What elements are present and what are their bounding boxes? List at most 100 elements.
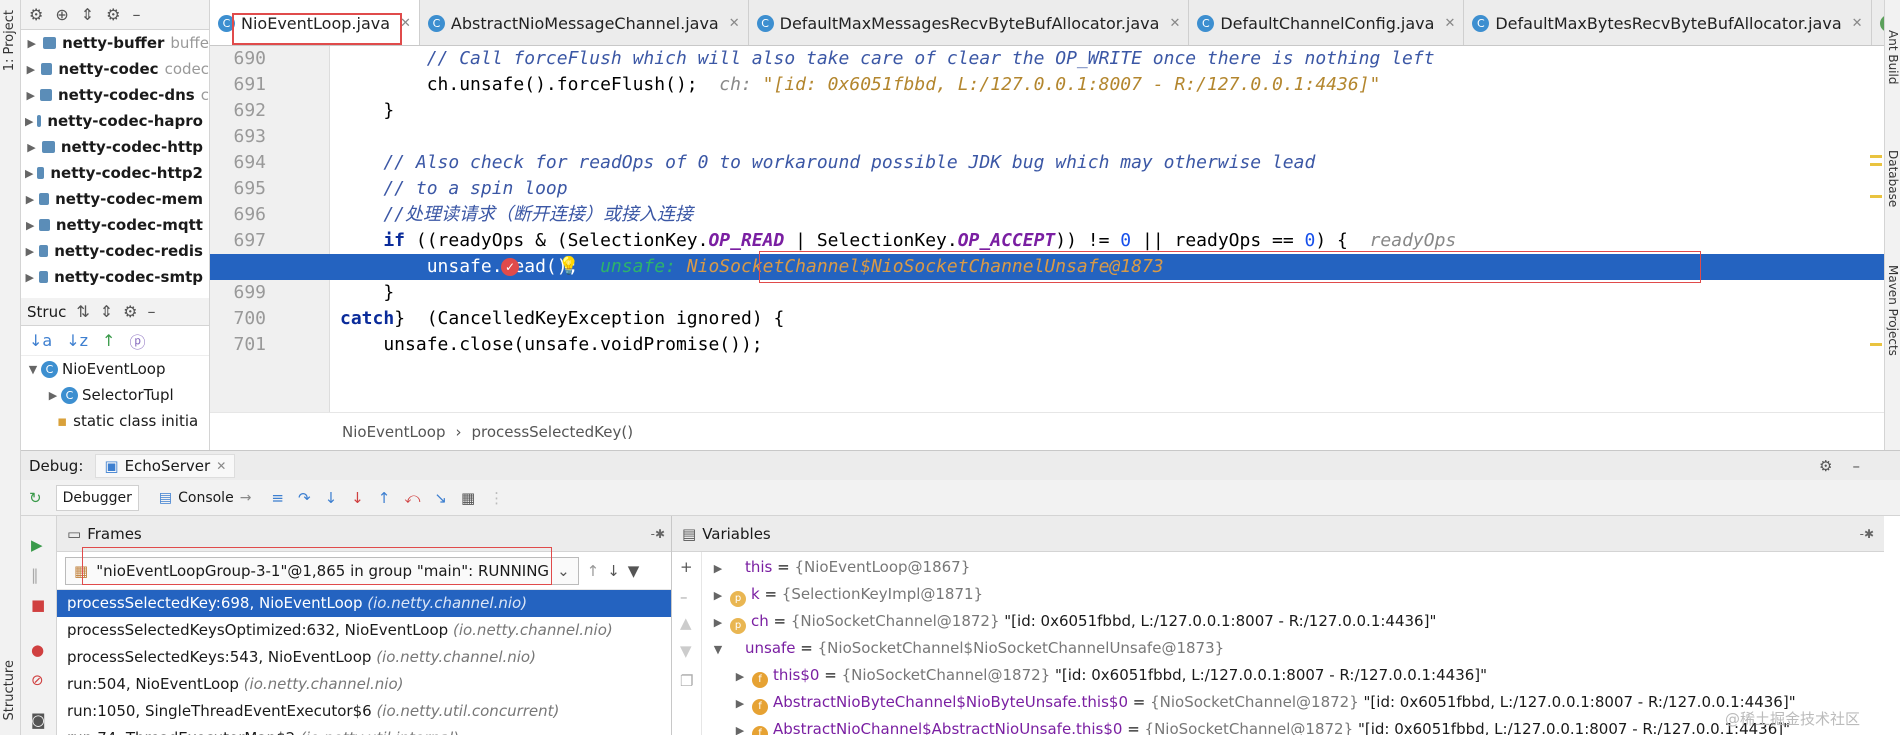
step-into-icon[interactable]: ↓ [325,489,338,507]
arrow-down-icon[interactable]: ↓ [607,562,620,580]
run-to-cursor-icon[interactable]: ↘ [434,489,447,507]
chevron-right-icon[interactable]: ▶ [710,609,726,636]
step-out-icon[interactable]: ↑ [378,489,391,507]
lightbulb-icon[interactable]: 💡 [558,256,579,276]
locate-icon[interactable]: ⊕ [55,5,68,24]
project-tree-item[interactable]: ▶ netty-codec-mem [21,186,209,212]
frame-row[interactable]: processSelectedKeys:543, NioEventLoop (i… [57,644,671,671]
view-breakpoints-icon[interactable]: ● [31,641,44,659]
project-tree-item[interactable]: ▶ netty-buffer buffe [21,30,209,56]
debug-session-tab[interactable]: ▣ EchoServer ✕ [95,453,236,478]
chevron-right-icon[interactable]: ▶ [732,663,748,690]
sort-visibility-icon[interactable]: ↓z [66,331,88,350]
editor-tab[interactable]: IList.java✕ [1872,0,1884,45]
code-editor[interactable]: 690691692693694695696697698699700701 // … [210,46,1884,412]
console-tab[interactable]: ▤ Console → [153,486,258,510]
variable-row[interactable]: ▶ f AbstractNioChannel$AbstractNioUnsafe.t… [732,716,1790,735]
variable-row[interactable]: ▶ f this$0 = {NioSocketChannel@1872} "[id:… [732,662,1487,689]
step-over-icon[interactable]: ↷ [298,489,311,507]
project-tree-item[interactable]: ▶ netty-codec-http [21,134,209,160]
project-tree-item[interactable]: ▶ netty-codec-mqtt [21,212,209,238]
breadcrumb-method[interactable]: processSelectedKey() [472,423,634,441]
properties-icon[interactable]: ⓟ [129,329,145,353]
frame-row[interactable]: run:1050, SingleThreadEventExecutor$6 (i… [57,698,671,725]
close-icon[interactable]: ✕ [1444,16,1455,31]
project-tree-item[interactable]: ▶ netty-codec-hapro [21,108,209,134]
chevron-right-icon[interactable]: ▶ [710,555,726,582]
chevron-down-icon[interactable]: ▼ [710,636,726,663]
structure-tool-tab[interactable]: Structure [2,660,17,720]
breakpoint-icon[interactable]: ✓ [501,258,519,276]
variable-row[interactable]: ▼ unsafe = {NioSocketChannel$NioSocketCha… [710,635,1224,662]
frame-row[interactable]: processSelectedKeysOptimized:632, NioEve… [57,617,671,644]
settings-icon[interactable]: ⚙ [1819,457,1832,475]
project-tree-item[interactable]: ▶ netty-codec-http2 [21,160,209,186]
rerun-icon[interactable]: ↻ [29,489,42,507]
filter-icon[interactable]: ▼ [628,562,640,580]
collapse-icon[interactable]: ⇕ [100,302,113,321]
chevron-right-icon[interactable]: ▶ [732,690,748,717]
sort-icon[interactable]: ⇅ [76,302,89,321]
project-tree-item[interactable]: ▶ netty-codec-dns c [21,82,209,108]
chevron-right-icon[interactable]: ▶ [732,717,748,735]
editor-tab[interactable]: C DefaultChannelConfig.java ✕ [1189,0,1465,45]
debugger-tab[interactable]: Debugger [55,484,139,511]
camera-icon[interactable]: ◙ [31,711,46,729]
editor-tab[interactable]: C DefaultMaxBytesRecvByteBufAllocator.jav… [1464,0,1872,45]
variable-row[interactable]: ▶ p k = {SelectionKeyImpl@1871} [710,581,983,608]
project-tree-item[interactable]: ▶ netty-codec-smtp [21,264,209,290]
frame-row[interactable]: processSelectedKey:698, NioEventLoop (io… [57,590,671,617]
class-icon: C [756,14,774,32]
stop-icon[interactable]: ■ [31,596,45,614]
copy-icon[interactable]: ❐ [680,672,693,690]
structure-item-inner[interactable]: ▶ C SelectorTupl [21,382,209,408]
force-step-into-icon[interactable]: ↓ [351,489,364,507]
maven-projects-tab[interactable]: Maven Projects [1886,265,1900,356]
chevron-right-icon[interactable]: ▶ [710,582,726,609]
drop-frame-icon[interactable]: ⤺ [404,489,420,507]
collapse-icon[interactable]: ⇕ [81,5,94,24]
close-icon[interactable]: ✕ [216,459,226,473]
editor-tab[interactable]: C AbstractNioMessageChannel.java ✕ [420,0,749,45]
hide-icon[interactable]: – [133,5,141,24]
settings-icon[interactable]: ⚙ [106,5,120,24]
remove-watch-icon[interactable]: – [680,588,688,606]
evaluate-icon[interactable]: ▦ [461,489,475,507]
mute-breakpoints-icon[interactable]: ⊘ [31,671,44,689]
trace-icon[interactable]: ⋮ [489,489,504,507]
close-icon[interactable]: ✕ [1169,16,1180,31]
variable-row[interactable]: ▶ this = {NioEventLoop@1867} [710,554,971,582]
move-down-icon[interactable]: ▼ [680,642,692,660]
ant-build-tab[interactable]: Ant Build [1886,30,1900,84]
show-execution-point-icon[interactable]: ≡ [271,489,284,507]
hide-icon[interactable]: – [147,302,155,321]
gear-dropdown-icon[interactable]: ⚙ [29,5,43,24]
variable-row[interactable]: ▶ f AbstractNioByteChannel$NioByteUnsafe.t… [732,689,1796,716]
structure-item-static-init[interactable]: ▪ static class initia [21,408,209,434]
sort-alpha-icon[interactable]: ↓a [29,331,52,350]
project-tree-item[interactable]: ▶ netty-codec-redis [21,238,209,264]
project-tree-item[interactable]: ▶ netty-codec codec [21,56,209,82]
breadcrumb-class[interactable]: NioEventLoop [342,423,446,441]
hide-icon[interactable]: – [1853,457,1861,475]
breadcrumb: NioEventLoop › processSelectedKey() [210,412,1884,450]
resume-icon[interactable]: ▶ [31,536,43,554]
move-up-icon[interactable]: ▲ [680,614,692,632]
project-tool-tab[interactable]: 1: Project [2,10,17,71]
structure-item-class[interactable]: ▼ C NioEventLoop [21,356,209,382]
close-icon[interactable]: ✕ [729,16,740,31]
pause-icon[interactable]: ‖ [31,566,39,584]
settings-icon[interactable]: ⚙ [123,302,137,321]
arrow-up-icon[interactable]: ↑ [587,562,600,580]
variable-row[interactable]: ▶ p ch = {NioSocketChannel@1872} "[id: 0x6… [710,608,1436,635]
close-icon[interactable]: ✕ [1852,16,1863,31]
pin-icon[interactable]: -✱ [1860,527,1874,541]
editor-tab[interactable]: C DefaultMaxMessagesRecvByteBufAllocator.… [749,0,1190,45]
class-icon: C [1472,14,1490,32]
frame-row[interactable]: run:74, ThreadExecutorMap$2 (io.netty.ut… [57,725,671,735]
add-watch-icon[interactable]: + [680,558,693,576]
database-tab[interactable]: Database [1886,150,1900,207]
pin-icon[interactable]: -✱ [651,527,665,541]
frame-row[interactable]: run:504, NioEventLoop (io.netty.channel.… [57,671,671,698]
inherited-icon[interactable]: ↑ [102,331,115,350]
